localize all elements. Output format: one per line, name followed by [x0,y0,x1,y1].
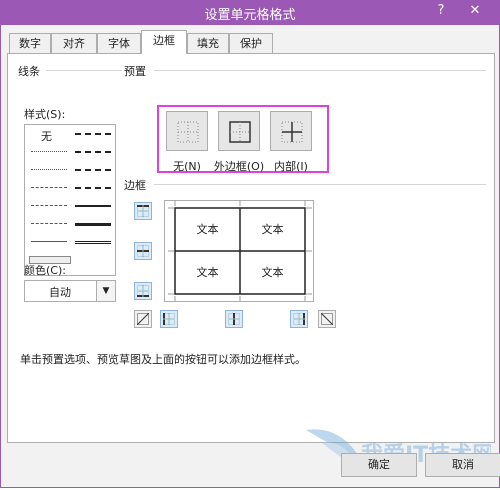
border-inside-horizontal-icon [137,245,149,257]
line-style-none[interactable]: 无 [41,128,52,144]
tab-fill[interactable]: 填充 [187,33,229,53]
line-style-dash-dot-dot[interactable] [31,187,67,188]
border-right-button[interactable] [290,310,308,328]
preview-cells: 文本 文本 文本 文本 [175,208,305,294]
tab-number[interactable]: 数字 [9,33,51,53]
tab-font[interactable]: 字体 [97,33,141,53]
style-label: 样式(S): [24,108,66,121]
line-section-divider [46,70,122,71]
line-style-thin[interactable] [31,241,67,242]
chevron-down-icon[interactable]: ▼ [96,281,115,301]
close-icon[interactable]: ✕ [458,2,492,20]
border-bottom-icon [137,285,149,297]
border-diagonal-down-button[interactable] [318,310,336,328]
preset-inside-label: 内部(I) [274,160,308,173]
preset-none-button[interactable] [166,111,208,151]
tab-protection[interactable]: 保护 [229,33,273,53]
line-style-dash-dot[interactable] [31,205,67,206]
border-top-icon [137,205,149,217]
title-bar: 设置单元格格式 ? ✕ [0,0,500,24]
cancel-button[interactable]: 取消 [425,453,500,477]
line-style-thick[interactable] [75,223,111,226]
help-icon[interactable]: ? [430,2,452,20]
preset-inside-icon [281,121,303,143]
presets-title: 预置 [124,65,146,78]
preset-inside-button[interactable] [270,111,312,151]
border-inside-horizontal-button[interactable] [134,242,152,260]
line-style-medium-dash-dot-dot[interactable] [75,133,111,135]
border-diagonal-up-button[interactable] [134,310,152,328]
line-style-list[interactable]: 无 [24,124,116,276]
tab-alignment[interactable]: 对齐 [51,33,97,53]
color-select-value: 自动 [49,286,71,299]
border-inside-vertical-button[interactable] [225,310,243,328]
border-tab-panel: 线条 样式(S): 无 颜色(C): 自动 ▼ 预置 无(N) 外边框(O) 内… [7,53,495,443]
preview-cell-text: 文本 [196,223,219,236]
color-select[interactable]: 自动 ▼ [24,280,116,302]
preview-cell-text: 文本 [261,266,284,279]
line-style-medium[interactable] [75,205,111,207]
line-style-hair[interactable] [31,151,67,152]
help-text: 单击预置选项、预览草图及上面的按钮可以添加边框样式。 [20,353,306,366]
window-title: 设置单元格格式 [204,8,296,23]
border-left-icon [163,313,175,325]
border-section-divider [154,184,486,185]
border-left-button[interactable] [160,310,178,328]
diagonal-up-icon [137,313,149,325]
format-cells-dialog: 数字 对齐 字体 边框 填充 保护 线条 样式(S): 无 颜色(C): 自动 … [0,24,500,488]
preset-none-icon [177,121,199,143]
diagonal-down-icon [321,313,333,325]
line-style-double[interactable] [75,241,111,244]
border-section-title: 边框 [124,179,146,192]
border-right-icon [293,313,305,325]
line-style-medium-dashed[interactable] [75,187,111,189]
color-label: 颜色(C): [24,264,66,277]
border-top-button[interactable] [134,202,152,220]
presets-divider [154,70,486,71]
ok-button[interactable]: 确定 [341,453,417,477]
line-style-dotted[interactable] [31,169,67,170]
border-preview[interactable]: 文本 文本 文本 文本 [164,200,314,302]
line-style-dashed[interactable] [31,223,67,224]
line-style-slant-dash-dot[interactable] [75,151,111,153]
preset-outline-icon [229,121,251,143]
border-bottom-button[interactable] [134,282,152,300]
preset-outline-button[interactable] [218,111,260,151]
preview-cell-text: 文本 [196,266,219,279]
tab-border[interactable]: 边框 [141,30,187,54]
line-style-medium-dash-dot[interactable] [75,169,111,171]
preview-cell-text: 文本 [261,223,284,236]
border-inside-vertical-icon [228,313,240,325]
line-section-title: 线条 [18,65,40,78]
